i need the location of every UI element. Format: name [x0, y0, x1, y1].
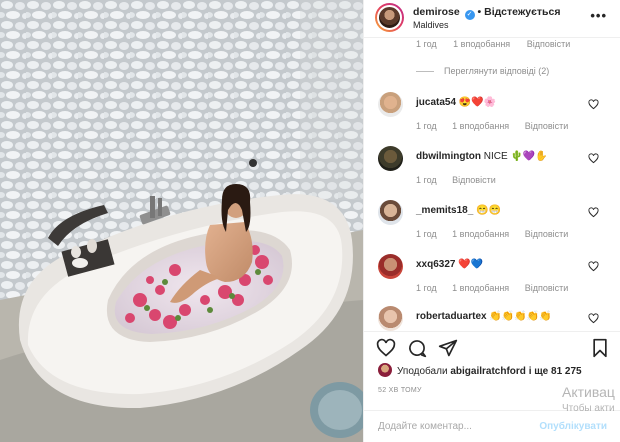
- author-avatar[interactable]: [375, 3, 404, 32]
- comment-body: 😁😁: [476, 205, 501, 216]
- like-comment-heart-icon[interactable]: [588, 313, 599, 324]
- save-bookmark-icon[interactable]: [590, 338, 610, 358]
- comment-likes-count[interactable]: 1 вподобання: [452, 229, 509, 239]
- post-image[interactable]: [0, 0, 363, 442]
- comment-likes-count[interactable]: 1 вподобання: [452, 121, 509, 131]
- commenter-avatar[interactable]: [378, 146, 403, 171]
- comment-text: _memits18_ 😁😁: [416, 205, 501, 216]
- commenter-username[interactable]: dbwilmington: [416, 151, 481, 162]
- author-username[interactable]: demirose: [413, 6, 460, 18]
- comment-likes-count[interactable]: 1 вподобання: [453, 39, 510, 49]
- more-options-icon[interactable]: •••: [590, 8, 607, 23]
- reply-button[interactable]: Відповісти: [527, 39, 571, 49]
- comment-item: _memits18_ 😁😁 1 год 1 вподобання Відпові…: [364, 200, 620, 250]
- verified-badge-icon: ✓: [464, 10, 475, 20]
- comment-text: xxq6327 ❤️💙: [416, 259, 483, 270]
- commenter-avatar[interactable]: [378, 306, 403, 331]
- reply-button[interactable]: Відповісти: [452, 175, 496, 185]
- comment-meta: 1 год 1 вподобання Відповісти: [416, 229, 581, 239]
- instagram-post: demirose ✓ • Відстежується Maldives ••• …: [0, 0, 620, 442]
- comment-bubble-icon[interactable]: [407, 338, 427, 358]
- comment-body: ❤️💙: [458, 259, 484, 270]
- liker-username[interactable]: abigailratchford: [450, 366, 526, 377]
- bathtub-photo: [0, 0, 363, 442]
- comment-item: jucata54 😍❤️🌸 1 год 1 вподобання Відпові…: [364, 92, 620, 142]
- commenter-avatar[interactable]: [378, 92, 403, 117]
- comment-meta: 1 год 1 вподобання Відповісти: [416, 121, 581, 131]
- comment-time: 1 год: [416, 283, 437, 293]
- reply-button[interactable]: Відповісти: [525, 121, 569, 131]
- liker-avatar[interactable]: [378, 363, 392, 377]
- comment-text: dbwilmington NICE 🌵💜✋: [416, 151, 548, 162]
- post-timestamp[interactable]: 52 ХВ ТОМУ: [378, 387, 422, 394]
- commenter-username[interactable]: xxq6327: [416, 259, 455, 270]
- like-comment-heart-icon[interactable]: [588, 99, 599, 110]
- post-actions-bar: [364, 331, 620, 362]
- comment-item: robertaduartex 👏👏👏👏👏: [364, 306, 620, 331]
- follow-status-button[interactable]: • Відстежується: [478, 6, 561, 18]
- comment-meta: 1 год 1 вподобання Відповісти: [416, 283, 581, 293]
- like-heart-icon[interactable]: [376, 338, 396, 358]
- comment-time: 1 год: [416, 121, 437, 131]
- publish-comment-button[interactable]: Опублікувати: [539, 421, 607, 432]
- like-comment-heart-icon[interactable]: [588, 153, 599, 164]
- watermark-title: Активац: [562, 384, 615, 400]
- comment-input[interactable]: Додайте коментар...: [378, 421, 472, 432]
- post-side-panel: demirose ✓ • Відстежується Maldives ••• …: [363, 0, 620, 442]
- like-comment-heart-icon[interactable]: [588, 261, 599, 272]
- view-replies-label: Переглянути відповіді (2): [444, 66, 550, 76]
- comment-time: 1 год: [416, 39, 437, 49]
- commenter-avatar[interactable]: [378, 254, 403, 279]
- reply-button[interactable]: Відповісти: [525, 283, 569, 293]
- comment-meta: 1 год Відповісти: [416, 175, 509, 185]
- comment-text: robertaduartex 👏👏👏👏👏: [416, 311, 552, 322]
- share-paper-plane-icon[interactable]: [438, 338, 458, 358]
- commenter-username[interactable]: _memits18_: [416, 205, 473, 216]
- location-link[interactable]: Maldives: [413, 20, 449, 30]
- like-comment-heart-icon[interactable]: [588, 207, 599, 218]
- view-replies-button[interactable]: Переглянути відповіді (2): [416, 66, 549, 76]
- comments-list[interactable]: 1 год 1 вподобання Відповісти Переглянут…: [364, 38, 620, 331]
- watermark-subtitle: Чтобы акти: [562, 403, 615, 414]
- comment-item: dbwilmington NICE 🌵💜✋ 1 год Відповісти: [364, 146, 620, 196]
- others-likes-count[interactable]: і ще 81 275: [529, 366, 582, 377]
- add-comment-bar: Додайте коментар... Опублікувати: [364, 410, 620, 442]
- reply-button[interactable]: Відповісти: [525, 229, 569, 239]
- comment-body: NICE 🌵💜✋: [483, 151, 548, 162]
- commenter-username[interactable]: robertaduartex: [416, 311, 487, 322]
- previous-comment-meta: 1 год 1 вподобання Відповісти: [416, 39, 584, 49]
- comment-time: 1 год: [416, 229, 437, 239]
- likes-summary: Уподобали abigailratchford і ще 81 275: [378, 363, 582, 377]
- liked-by-label: Уподобали: [397, 366, 448, 377]
- comment-time: 1 год: [416, 175, 437, 185]
- author-line: demirose ✓ • Відстежується: [413, 6, 560, 20]
- comment-text: jucata54 😍❤️🌸: [416, 97, 496, 108]
- commenter-username[interactable]: jucata54: [416, 97, 456, 108]
- comment-body: 😍❤️🌸: [458, 97, 497, 108]
- comment-likes-count[interactable]: 1 вподобання: [452, 283, 509, 293]
- comment-body: 👏👏👏👏👏: [489, 311, 552, 322]
- post-header: demirose ✓ • Відстежується Maldives •••: [364, 0, 620, 38]
- windows-activation-watermark: Активац Чтобы акти: [562, 384, 615, 414]
- replies-divider: [416, 71, 434, 73]
- commenter-avatar[interactable]: [378, 200, 403, 225]
- comment-item: xxq6327 ❤️💙 1 год 1 вподобання Відповіст…: [364, 254, 620, 304]
